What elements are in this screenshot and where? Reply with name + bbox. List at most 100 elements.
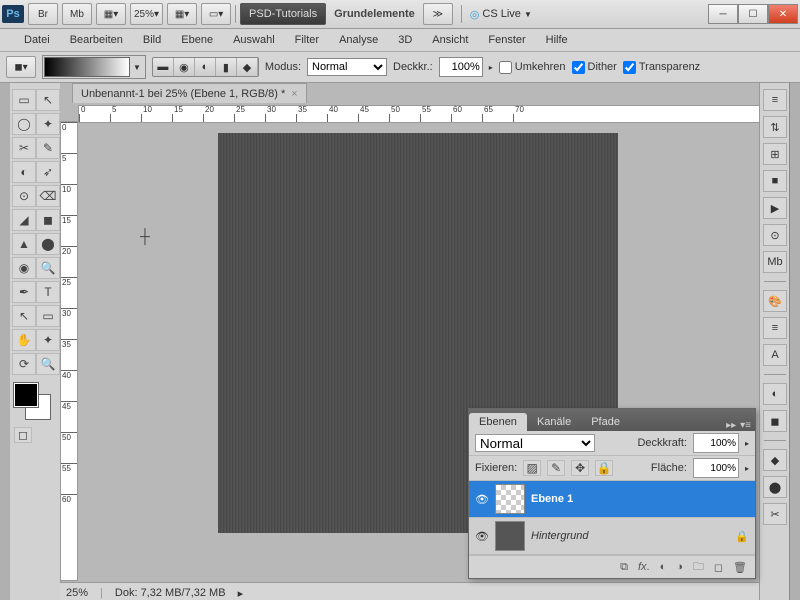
link-layers-icon[interactable]: ⧉ (620, 561, 628, 574)
tool-12[interactable]: ▲ (12, 233, 36, 255)
menu-bild[interactable]: Bild (133, 31, 171, 49)
visibility-icon[interactable]: 👁 (475, 492, 489, 506)
maximize-button[interactable]: ☐ (738, 4, 768, 24)
layer-fill-input[interactable] (693, 458, 739, 478)
blend-mode-select[interactable]: Normal (307, 58, 387, 76)
layer-opacity-arrow[interactable]: ▸ (745, 439, 749, 448)
menu-filter[interactable]: Filter (285, 31, 329, 49)
dock-icon-5[interactable]: ⊙ (763, 224, 787, 246)
tool-1[interactable]: ↖ (36, 89, 60, 111)
menu-fenster[interactable]: Fenster (478, 31, 535, 49)
tool-13[interactable]: ⬤ (36, 233, 60, 255)
menu-ebene[interactable]: Ebene (171, 31, 223, 49)
tool-3[interactable]: ✦ (36, 113, 60, 135)
adjustment-icon[interactable]: ◑ (676, 561, 683, 573)
lock-transparency[interactable]: ▨ (523, 460, 541, 476)
fx-icon[interactable]: fx. (638, 561, 650, 573)
opacity-input[interactable] (439, 57, 483, 77)
dock-icon-9[interactable]: ≡ (763, 317, 787, 339)
menu-ansicht[interactable]: Ansicht (422, 31, 478, 49)
tool-19[interactable]: ▭ (36, 305, 60, 327)
tool-16[interactable]: ✒ (12, 281, 36, 303)
layer-row-hintergrund[interactable]: 👁 Hintergrund 🔒 (469, 518, 755, 555)
menu-hilfe[interactable]: Hilfe (536, 31, 578, 49)
lock-all[interactable]: 🔒 (595, 460, 613, 476)
menu-3d[interactable]: 3D (388, 31, 422, 49)
lock-position[interactable]: ✥ (571, 460, 589, 476)
lock-pixels[interactable]: ✎ (547, 460, 565, 476)
color-swatches[interactable] (14, 383, 50, 419)
workspace-label[interactable]: Grundelemente (330, 8, 419, 20)
status-zoom[interactable]: 25% (66, 587, 88, 599)
zoom-level[interactable]: 25% ▾ (130, 3, 163, 25)
gradient-picker-arrow[interactable]: ▼ (130, 63, 144, 72)
dock-icon-12[interactable]: ◐ (763, 383, 787, 405)
new-layer-icon[interactable]: ◻ (714, 561, 723, 574)
tool-11[interactable]: ◼ (36, 209, 60, 231)
gradient-radial[interactable]: ◉ (174, 58, 195, 76)
opacity-arrow[interactable]: ▸ (489, 63, 493, 72)
mask-icon[interactable]: ◐ (660, 561, 667, 573)
dock-icon-3[interactable]: ■ (763, 170, 787, 192)
layer-blend-select[interactable]: Normal (475, 434, 595, 452)
layer-thumbnail[interactable] (495, 521, 525, 551)
tool-18[interactable]: ↖ (12, 305, 36, 327)
gradient-angle[interactable]: ◐ (195, 58, 216, 76)
document-tab[interactable]: Unbenannt-1 bei 25% (Ebene 1, RGB/8) * × (72, 83, 307, 103)
right-dock-strip[interactable] (789, 83, 800, 600)
psd-tutorials-button[interactable]: PSD-Tutorials (240, 3, 326, 25)
workspace-more-button[interactable]: ≫ (423, 3, 453, 25)
umkehren-checkbox[interactable]: Umkehren (499, 61, 566, 74)
tool-14[interactable]: ◉ (12, 257, 36, 279)
tab-kanaele[interactable]: Kanäle (527, 413, 581, 431)
status-dok[interactable]: Dok: 7,32 MB/7,32 MB (115, 587, 226, 599)
tool-4[interactable]: ✂ (12, 137, 36, 159)
dock-icon-17[interactable]: ✂ (763, 503, 787, 525)
ruler-vertical[interactable]: 051015202530354045505560 (60, 121, 78, 581)
tool-22[interactable]: ⟳ (12, 353, 36, 375)
ruler-horizontal[interactable]: 0510152025303540455055606570 (78, 105, 760, 123)
gradient-diamond[interactable]: ◆ (237, 58, 258, 76)
menu-analyse[interactable]: Analyse (329, 31, 388, 49)
layer-row-ebene1[interactable]: 👁 Ebene 1 (469, 481, 755, 518)
menu-bearbeiten[interactable]: Bearbeiten (60, 31, 133, 49)
layer-opacity-input[interactable] (693, 433, 739, 453)
dock-icon-15[interactable]: ◆ (763, 449, 787, 471)
tool-21[interactable]: ✦ (36, 329, 60, 351)
tool-6[interactable]: ◐ (12, 161, 36, 183)
tool-23[interactable]: 🔍 (36, 353, 60, 375)
tool-5[interactable]: ✎ (36, 137, 60, 159)
group-icon[interactable]: 🗀 (693, 558, 704, 577)
dock-icon-16[interactable]: ⬤ (763, 476, 787, 498)
layer-name[interactable]: Hintergrund (531, 530, 588, 542)
gradient-preview[interactable] (44, 57, 130, 77)
dock-icon-1[interactable]: ⇅ (763, 116, 787, 138)
arrange-button[interactable]: ▦▾ (96, 3, 126, 25)
cslive-button[interactable]: ◎ CS Live▼ (470, 8, 532, 21)
dock-icon-13[interactable]: ◼ (763, 410, 787, 432)
panel-menu-icon[interactable]: ▾≡ (740, 420, 751, 431)
bridge-button[interactable]: Br (28, 3, 58, 25)
tool-preset-button[interactable]: ◼▾ (6, 56, 36, 78)
tool-20[interactable]: ✋ (12, 329, 36, 351)
tool-2[interactable]: ◯ (12, 113, 36, 135)
visibility-icon[interactable]: 👁 (475, 529, 489, 543)
menu-datei[interactable]: Datei (14, 31, 60, 49)
foreground-color[interactable] (14, 383, 38, 407)
minibridge-button[interactable]: Mb (62, 3, 92, 25)
close-button[interactable]: ✕ (768, 4, 798, 24)
gradient-linear[interactable]: ▬ (153, 58, 174, 76)
dock-icon-10[interactable]: A (763, 344, 787, 366)
panel-collapse-icon[interactable]: ▸▸ (726, 420, 736, 431)
layer-name[interactable]: Ebene 1 (531, 493, 573, 505)
menu-auswahl[interactable]: Auswahl (223, 31, 285, 49)
tool-8[interactable]: ⊙ (12, 185, 36, 207)
tab-ebenen[interactable]: Ebenen (469, 413, 527, 431)
tool-9[interactable]: ⌫ (36, 185, 60, 207)
dock-icon-4[interactable]: ▶ (763, 197, 787, 219)
quickmask-button[interactable]: ◻ (14, 427, 32, 443)
tool-17[interactable]: T (36, 281, 60, 303)
tool-7[interactable]: ➶ (36, 161, 60, 183)
dock-icon-6[interactable]: Mb (763, 251, 787, 273)
dock-icon-8[interactable]: 🎨 (763, 290, 787, 312)
